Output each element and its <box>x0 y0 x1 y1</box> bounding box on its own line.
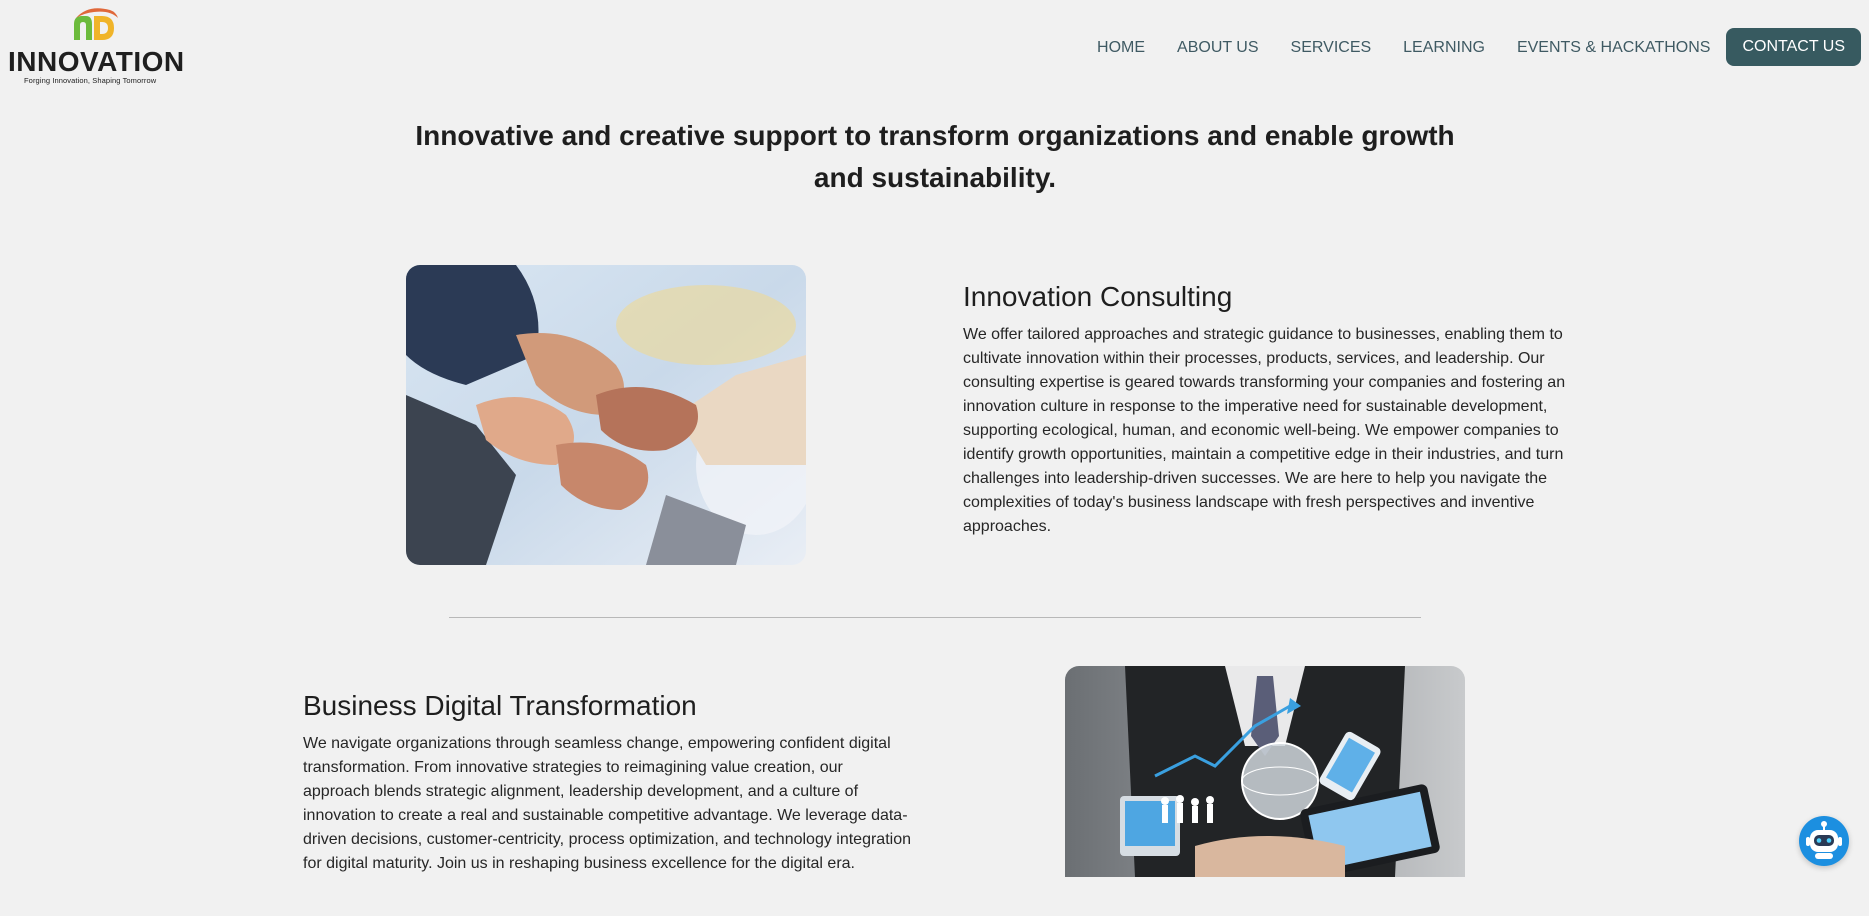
digital-transformation-title: Business Digital Transformation <box>303 690 697 721</box>
consulting-body: We offer tailored approaches and strateg… <box>963 326 1566 535</box>
digital-transformation-section: Business Digital Transformation We navig… <box>303 689 913 876</box>
teamwork-hands-image <box>406 265 806 565</box>
contact-us-button[interactable]: CONTACT US <box>1726 28 1861 66</box>
brand-name: INNOVATION <box>8 46 185 77</box>
digital-devices-image <box>1065 666 1465 877</box>
brand-tagline: Forging Innovation, Shaping Tomorrow <box>24 76 157 85</box>
digital-devices-illustration <box>1065 666 1465 877</box>
robot-icon <box>1806 821 1842 859</box>
teamwork-hands-illustration <box>406 265 806 565</box>
section-divider <box>449 617 1421 618</box>
nav-home[interactable]: HOME <box>1097 39 1145 57</box>
nav-learning[interactable]: LEARNING <box>1403 39 1485 57</box>
nav-services[interactable]: SERVICES <box>1291 39 1372 57</box>
hero-title: Innovative and creative support to trans… <box>400 115 1470 199</box>
nav-about-us[interactable]: ABOUT US <box>1177 39 1259 57</box>
digital-transformation-body: We navigate organizations through seamle… <box>303 735 911 872</box>
consulting-section: Innovation Consulting We offer tailored … <box>963 280 1571 539</box>
nav-events-hackathons[interactable]: EVENTS & HACKATHONS <box>1517 39 1711 57</box>
hero-title-line2: and sustainability. <box>813 162 1057 193</box>
chatbot-button[interactable] <box>1799 816 1849 866</box>
hero-title-line1: Innovative and creative support to trans… <box>415 120 1455 151</box>
main-nav: HOME ABOUT US SERVICES LEARNING EVENTS &… <box>1097 28 1861 66</box>
logo-mark-icon <box>74 8 118 40</box>
consulting-title: Innovation Consulting <box>963 281 1233 312</box>
brand-logo[interactable]: INNOVATION Forging Innovation, Shaping T… <box>8 6 188 88</box>
site-header: INNOVATION Forging Innovation, Shaping T… <box>0 0 1869 96</box>
